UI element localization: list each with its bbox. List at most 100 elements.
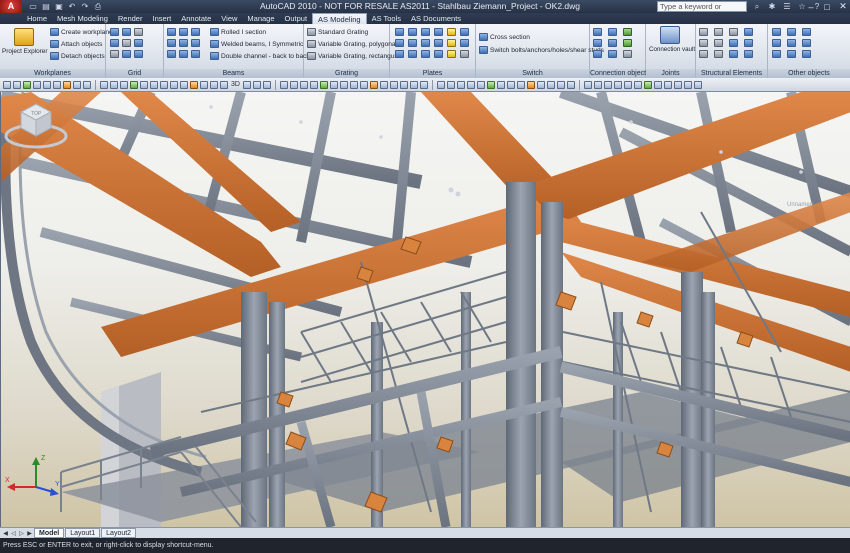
maximize-icon[interactable]: □: [822, 2, 832, 12]
plate-icon[interactable]: [408, 39, 417, 47]
plate-icon[interactable]: [395, 28, 404, 36]
toolbar-tool-icon[interactable]: [663, 80, 672, 89]
toolbar-tool-icon[interactable]: [623, 80, 632, 89]
toolbar-tool-icon[interactable]: [476, 80, 485, 89]
toolbar-tool-icon[interactable]: [593, 80, 602, 89]
connection-vault-icon[interactable]: [660, 26, 680, 44]
viewcube[interactable]: TOP: [1, 92, 71, 158]
welded-beams-button[interactable]: Welded beams, I Symmetric: [210, 40, 303, 48]
toolbar-tool-icon[interactable]: [379, 80, 388, 89]
toolbar-tool-icon[interactable]: [409, 80, 418, 89]
frame-icon[interactable]: [699, 50, 708, 58]
toolbar-tool-icon[interactable]: [526, 80, 535, 89]
toolbar-tool-icon[interactable]: [653, 80, 662, 89]
connection-icon[interactable]: [608, 50, 617, 58]
object-icon[interactable]: [802, 28, 811, 36]
model-viewport[interactable]: Z X Y TOP Unnamed: [0, 92, 850, 527]
search-input[interactable]: Type a keyword or phrase: [657, 1, 747, 20]
frame-icon[interactable]: [744, 39, 753, 47]
frame-icon[interactable]: [729, 28, 738, 36]
detach-objects-button[interactable]: Detach objects: [50, 52, 105, 60]
grid-icon[interactable]: [134, 28, 143, 36]
save-icon[interactable]: ▣: [54, 2, 64, 11]
beam-icon[interactable]: [191, 28, 200, 36]
grid-icon[interactable]: [134, 39, 143, 47]
beam-icon[interactable]: [179, 28, 188, 36]
object-icon[interactable]: [772, 28, 781, 36]
connection-icon[interactable]: [623, 50, 632, 58]
toolbar-tool-icon[interactable]: [242, 80, 251, 89]
toolbar-tool-icon[interactable]: [349, 80, 358, 89]
frame-icon[interactable]: [744, 50, 753, 58]
plate-icon[interactable]: [447, 39, 456, 47]
toolbar-tool-icon[interactable]: [693, 80, 702, 89]
plate-icon[interactable]: [434, 28, 443, 36]
toolbar-tool-icon[interactable]: [673, 80, 682, 89]
toolbar-tool-icon[interactable]: [613, 80, 622, 89]
beam-icon[interactable]: [167, 39, 176, 47]
tab-output[interactable]: Output: [280, 13, 313, 24]
plate-icon[interactable]: [460, 28, 469, 36]
project-explorer-icon[interactable]: [14, 28, 34, 46]
toolbar-tool-icon[interactable]: [456, 80, 465, 89]
toolbar-tool-icon[interactable]: [583, 80, 592, 89]
connection-icon[interactable]: [608, 39, 617, 47]
toolbar-tool-icon[interactable]: [319, 80, 328, 89]
frame-icon[interactable]: [699, 39, 708, 47]
connection-icon[interactable]: [593, 50, 602, 58]
communication-icon[interactable]: ☰: [782, 2, 792, 11]
switch-bolts-button[interactable]: Switch bolts/anchors/holes/shear studs: [479, 46, 604, 54]
grid-icon[interactable]: [110, 28, 119, 36]
tab-home[interactable]: Home: [22, 13, 52, 24]
command-line[interactable]: Press ESC or ENTER to exit, or right-cli…: [0, 538, 850, 553]
toolbar-tool-icon[interactable]: [506, 80, 515, 89]
toolbar-tool-icon[interactable]: [180, 80, 188, 89]
layout-tab-model[interactable]: Model: [34, 528, 65, 538]
search-icon[interactable]: ⌕: [752, 2, 762, 12]
toolbar-tool-icon[interactable]: [339, 80, 348, 89]
connection-icon[interactable]: [623, 28, 632, 36]
toolbar-tool-icon[interactable]: [262, 80, 271, 89]
toolbar-tool-icon[interactable]: [309, 80, 318, 89]
connection-icon[interactable]: [623, 39, 632, 47]
connection-icon[interactable]: [593, 39, 602, 47]
toolbar-tool-icon[interactable]: [33, 80, 41, 89]
grid-icon[interactable]: [122, 28, 131, 36]
tab-manage[interactable]: Manage: [242, 13, 279, 24]
layout-tab-layout2[interactable]: Layout2: [101, 528, 137, 538]
create-workplane-button[interactable]: Create workplane: [50, 28, 113, 36]
toolbar-tool-icon[interactable]: [150, 80, 158, 89]
plate-icon[interactable]: [395, 39, 404, 47]
plate-icon[interactable]: [447, 50, 456, 58]
plate-icon[interactable]: [460, 39, 469, 47]
toolbar-tool-icon[interactable]: [399, 80, 408, 89]
tab-view[interactable]: View: [216, 13, 242, 24]
attach-objects-button[interactable]: Attach objects: [50, 40, 102, 48]
open-icon[interactable]: ▤: [41, 2, 51, 11]
beam-icon[interactable]: [179, 50, 188, 58]
toolbar-tool-icon[interactable]: [603, 80, 612, 89]
project-explorer-button[interactable]: Project Explorer: [2, 48, 47, 55]
object-icon[interactable]: [787, 50, 796, 58]
toolbar-tool-icon[interactable]: [190, 80, 198, 89]
toolbar-tool-icon[interactable]: [120, 80, 128, 89]
tab-as-tools[interactable]: AS Tools: [367, 13, 406, 24]
toolbar-tool-icon[interactable]: [130, 80, 138, 89]
toolbar-tool-icon[interactable]: [160, 80, 168, 89]
plate-icon[interactable]: [447, 28, 456, 36]
subscription-icon[interactable]: ✱: [767, 2, 777, 11]
plate-icon[interactable]: [434, 39, 443, 47]
layout-tab-layout1[interactable]: Layout1: [65, 528, 101, 538]
rolled-i-section-button[interactable]: Rolled I section: [210, 28, 266, 36]
toolbar-tool-icon[interactable]: [100, 80, 108, 89]
connection-icon[interactable]: [608, 28, 617, 36]
toolbar-tool-icon[interactable]: [389, 80, 398, 89]
toolbar-tool-icon[interactable]: [536, 80, 545, 89]
beam-icon[interactable]: [167, 28, 176, 36]
plate-icon[interactable]: [434, 50, 443, 58]
toolbar-tool-icon[interactable]: [546, 80, 555, 89]
plate-icon[interactable]: [395, 50, 404, 58]
grid-icon[interactable]: [110, 39, 119, 47]
toolbar-tool-icon[interactable]: [466, 80, 475, 89]
toolbar-tool-icon[interactable]: [3, 80, 11, 89]
